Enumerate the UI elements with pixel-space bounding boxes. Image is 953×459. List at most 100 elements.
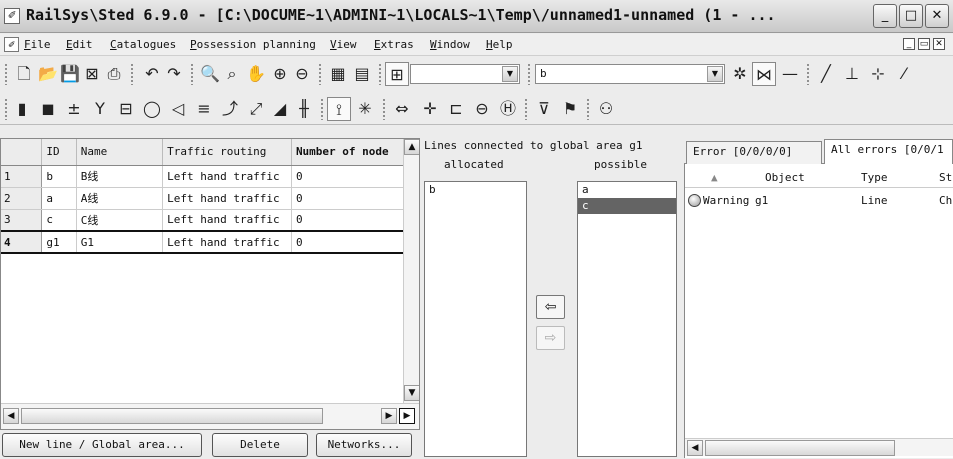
bracket-icon[interactable]: ⊏	[444, 97, 468, 121]
toolbar-grip[interactable]	[130, 63, 134, 85]
cell-number-of-nodes[interactable]: 0	[291, 187, 419, 210]
menu-extras[interactable]: Extras	[374, 38, 414, 51]
cell-number-of-nodes[interactable]: 0	[291, 209, 419, 232]
zoom-in-icon[interactable]: ⊕	[268, 62, 292, 86]
table-row[interactable]: 1 b B线 Left hand traffic 0	[1, 165, 419, 188]
table-horizontal-scrollbar[interactable]: ◀ ▶ ▶	[1, 403, 419, 429]
menu-file[interactable]: File	[24, 38, 51, 51]
network-combo[interactable]: b ▼	[535, 64, 725, 84]
plus-icon[interactable]: ±	[62, 97, 86, 121]
panel-view-icon[interactable]: ▤	[350, 62, 374, 86]
table-row-current[interactable]: 4 g1 G1 Left hand traffic 0	[1, 230, 419, 254]
cell-name[interactable]: B线	[76, 165, 164, 188]
print-icon[interactable]: ⎙	[102, 62, 126, 86]
cell-id[interactable]: a	[41, 187, 77, 210]
undo-icon[interactable]: ↶	[140, 62, 164, 86]
toolbar-grip[interactable]	[320, 98, 324, 120]
grid-view-icon[interactable]: ▦	[326, 62, 350, 86]
column-header-traffic-routing[interactable]: Traffic routing	[162, 139, 292, 166]
delete-button[interactable]: Delete	[212, 433, 308, 457]
track-icon[interactable]: ⋈	[752, 62, 776, 86]
platform-icon[interactable]: ⊟	[114, 97, 138, 121]
column-header-id[interactable]: ID	[41, 139, 77, 166]
toolbar-grip[interactable]	[382, 98, 386, 120]
loop-icon[interactable]: ◯	[140, 97, 164, 121]
errors-horizontal-scrollbar[interactable]: ◀	[685, 438, 953, 456]
cell-traffic-routing[interactable]: Left hand traffic	[162, 209, 292, 232]
draw-line-icon[interactable]: ╱	[814, 62, 838, 86]
zoom-out-icon[interactable]: ⊖	[290, 62, 314, 86]
row-number[interactable]: 3	[1, 209, 43, 232]
row-number[interactable]: 4	[1, 230, 43, 254]
node-icon[interactable]: ⊹	[866, 62, 890, 86]
menu-window[interactable]: Window	[430, 38, 470, 51]
possible-list[interactable]: a c	[577, 181, 677, 457]
column-header-name[interactable]: Name	[76, 139, 164, 166]
global-area-icon[interactable]: ⟟	[327, 97, 351, 121]
menu-edit[interactable]: Edit	[66, 38, 93, 51]
search-combo[interactable]: ▼	[410, 64, 520, 84]
scroll-thumb[interactable]	[21, 408, 323, 424]
new-line-global-area-button[interactable]: New line / Global area...	[2, 433, 202, 457]
chevron-down-icon[interactable]: ▼	[502, 66, 518, 82]
cell-traffic-routing[interactable]: Left hand traffic	[162, 230, 292, 254]
toolbar-grip[interactable]	[4, 98, 8, 120]
cell-name[interactable]: G1	[76, 230, 164, 254]
table-row[interactable]: 3 c C线 Left hand traffic 0	[1, 209, 419, 232]
tab-error[interactable]: Error [0/0/0/0]	[686, 141, 822, 165]
zoom-icon[interactable]: 🔍	[198, 62, 222, 86]
list-item-selected[interactable]: c	[578, 198, 676, 214]
crossing-icon[interactable]: ⇔	[390, 97, 414, 121]
mdi-restore-button[interactable]: ▭	[918, 38, 930, 50]
table-vertical-scrollbar[interactable]: ▲ ▼	[403, 139, 419, 403]
scroll-up-icon[interactable]: ▲	[404, 139, 419, 155]
toolbar-grip[interactable]	[527, 63, 531, 85]
table-row[interactable]: Warning g1 Line Ch	[685, 192, 953, 210]
row-number-header[interactable]	[1, 139, 43, 166]
move-right-button[interactable]: ⇨	[536, 326, 565, 350]
maximize-button[interactable]: □	[899, 4, 923, 28]
cell-traffic-routing[interactable]: Left hand traffic	[162, 165, 292, 188]
funnel-icon[interactable]: ⊽	[532, 97, 556, 121]
cell-id[interactable]: b	[41, 165, 77, 188]
pencil-icon[interactable]: ⁄	[892, 62, 916, 86]
scroll-thumb[interactable]	[705, 440, 895, 456]
mdi-close-button[interactable]: ✕	[933, 38, 945, 50]
flag-icon[interactable]: ⚑	[558, 97, 582, 121]
mdi-minimize-button[interactable]: _	[903, 38, 915, 50]
block-icon[interactable]: ◼	[36, 97, 60, 121]
diagonal-icon[interactable]: ⤢	[244, 97, 268, 121]
row-number[interactable]: 1	[1, 165, 43, 188]
toolbar-grip[interactable]	[806, 63, 810, 85]
curve-icon[interactable]: ⤴	[218, 97, 242, 121]
station-icon[interactable]: Ⓗ	[496, 97, 520, 121]
networks-button[interactable]: Networks...	[316, 433, 412, 457]
document-icon[interactable]: ✐	[4, 37, 19, 52]
list-item[interactable]: a	[578, 182, 676, 198]
table-row[interactable]: 2 a A线 Left hand traffic 0	[1, 187, 419, 210]
binoculars-icon[interactable]: ⊞	[385, 62, 409, 86]
speaker-icon[interactable]: ◁	[166, 97, 190, 121]
switch-icon[interactable]: ╫	[292, 97, 316, 121]
menu-catalogues[interactable]: Catalogues	[110, 38, 176, 51]
signal-icon[interactable]: ⊥	[840, 62, 864, 86]
filter-y-icon[interactable]: Y	[88, 97, 112, 121]
chevron-down-icon[interactable]: ▼	[707, 66, 723, 82]
star-icon[interactable]: ✳	[353, 97, 377, 121]
gradient-icon[interactable]: ◢	[268, 97, 292, 121]
junction-icon[interactable]: ✛	[418, 97, 442, 121]
column-header-status[interactable]: St	[939, 171, 952, 184]
column-header-type[interactable]: Type	[861, 171, 888, 184]
zoom-area-icon[interactable]: ⌕	[220, 62, 244, 86]
new-icon[interactable]: 🗋	[12, 62, 36, 86]
allocated-list[interactable]: b	[424, 181, 527, 457]
menu-possession-planning[interactable]: Possession planning	[190, 38, 316, 51]
row-number[interactable]: 2	[1, 187, 43, 210]
close-doc-icon[interactable]: ⊠	[80, 62, 104, 86]
tunnel-icon[interactable]: ⊖	[470, 97, 494, 121]
menu-help[interactable]: Help	[486, 38, 513, 51]
toolbar-grip[interactable]	[524, 98, 528, 120]
cell-number-of-nodes[interactable]: 0	[291, 165, 419, 188]
cell-id[interactable]: c	[41, 209, 77, 232]
cell-traffic-routing[interactable]: Left hand traffic	[162, 187, 292, 210]
